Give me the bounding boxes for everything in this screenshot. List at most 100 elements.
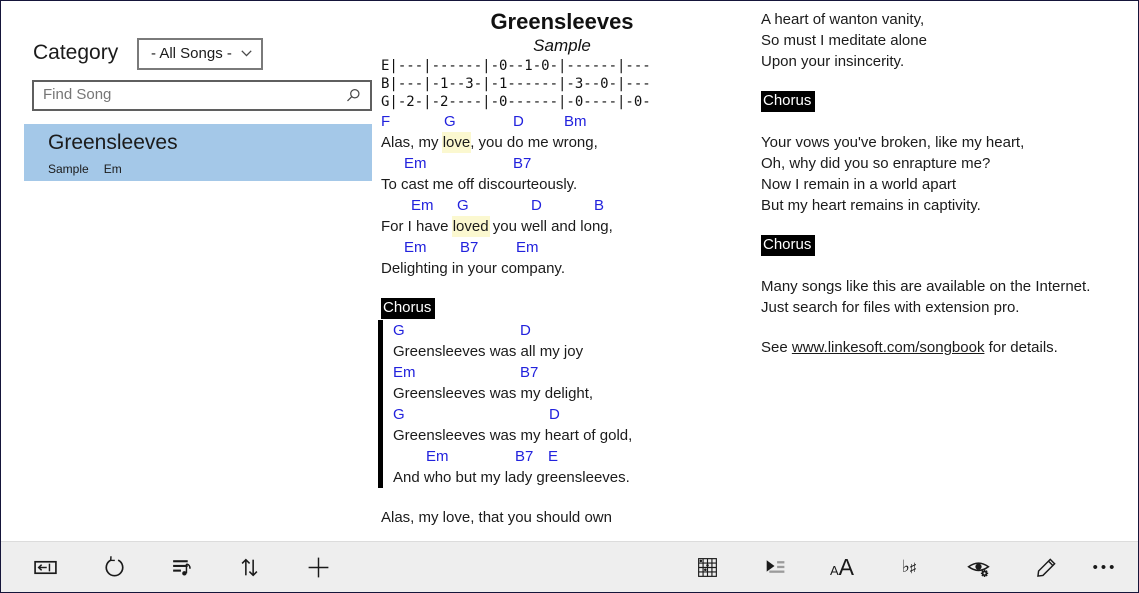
- app-window: Category - All Songs - Greensleeves Samp…: [0, 0, 1139, 593]
- category-label: Category: [33, 41, 118, 64]
- lyric-line: Many songs like this are available on th…: [761, 276, 1137, 297]
- chord[interactable]: Em: [411, 195, 434, 216]
- chorus-group: GDGreensleeves was all my joyEmB7Greensl…: [378, 320, 743, 488]
- blank-line: [381, 488, 743, 507]
- chord[interactable]: G: [393, 320, 405, 341]
- song-item-category: Sample: [48, 162, 89, 176]
- sort-arrows-icon: [237, 555, 262, 580]
- chord[interactable]: D: [520, 320, 531, 341]
- song-title: Greensleeves: [381, 9, 743, 35]
- chord-grid-icon: [695, 555, 720, 580]
- blank-line: [761, 216, 1137, 235]
- section-label: Chorus: [761, 91, 815, 112]
- font-size-icon: AA: [830, 554, 854, 581]
- lyric-line: And who but my lady greensleeves.: [393, 467, 743, 488]
- chord[interactable]: B7: [515, 446, 533, 467]
- song-column-1: FGDBmAlas, my love, you do me wrong,EmB7…: [381, 111, 743, 528]
- song-column-2: A heart of wanton vanity,So must I medit…: [761, 9, 1137, 358]
- song-view: Greensleeves Sample E|---|------|-0--1-0…: [381, 9, 743, 528]
- lyric-line: Now I remain in a world apart: [761, 174, 1137, 195]
- chord[interactable]: Em: [426, 446, 449, 467]
- sort-button[interactable]: [225, 543, 273, 591]
- autoscroll-button[interactable]: [750, 543, 798, 591]
- blank-line: [761, 318, 1137, 337]
- song-item-key: Em: [104, 162, 122, 176]
- category-dropdown[interactable]: - All Songs -: [137, 38, 263, 70]
- chord[interactable]: Em: [393, 362, 416, 383]
- view-settings-button[interactable]: [954, 543, 1002, 591]
- song-item-title: Greensleeves: [48, 131, 178, 155]
- link-line: See www.linkesoft.com/songbook for detai…: [761, 337, 1137, 358]
- playlist-button[interactable]: [158, 543, 206, 591]
- chord-line: Em B7 E: [393, 446, 743, 467]
- lyric-line: Greensleeves was all my joy: [393, 341, 743, 362]
- autoscroll-icon: [762, 555, 787, 580]
- font-size-button[interactable]: AA: [818, 543, 866, 591]
- search-icon[interactable]: [346, 88, 370, 103]
- ellipsis-icon: •••: [1093, 559, 1118, 576]
- tab-line: B|---|-1--3-|-1------|-3--0-|---: [381, 75, 743, 93]
- reload-button[interactable]: [90, 543, 138, 591]
- edit-song-button[interactable]: [1022, 543, 1070, 591]
- lyric-line: A heart of wanton vanity,: [761, 9, 1137, 30]
- lyric-line: So must I meditate alone: [761, 30, 1137, 51]
- chord[interactable]: Em: [404, 153, 427, 174]
- song-link[interactable]: www.linkesoft.com/songbook: [792, 339, 985, 356]
- blank-line: [381, 279, 743, 298]
- lyric-line: Your vows you've broken, like my heart,: [761, 132, 1137, 153]
- chord[interactable]: D: [549, 404, 560, 425]
- chord[interactable]: Bm: [564, 111, 587, 132]
- highlighted-word: love: [442, 132, 472, 153]
- playlist-note-icon: [170, 555, 195, 580]
- chord[interactable]: G: [444, 111, 456, 132]
- highlighted-word: loved: [452, 216, 490, 237]
- song-item-subtitle: Sample Em: [48, 162, 122, 176]
- chord-line: Em B7 Em: [381, 237, 743, 258]
- chord[interactable]: B: [594, 195, 604, 216]
- panel-left-icon: [33, 555, 58, 580]
- chord[interactable]: B7: [460, 237, 478, 258]
- chord[interactable]: Em: [404, 237, 427, 258]
- song-subtitle: Sample: [381, 35, 743, 57]
- song-list-item-greensleeves[interactable]: Greensleeves Sample Em: [24, 124, 372, 181]
- refresh-icon: [102, 555, 127, 580]
- section-label: Chorus: [381, 298, 435, 319]
- chord-line: Em G D B: [381, 195, 743, 216]
- chord-diagrams-button[interactable]: [683, 543, 731, 591]
- section-label-row: Chorus: [381, 298, 743, 320]
- blank-line: [761, 113, 1137, 132]
- section-label-row: Chorus: [761, 235, 1137, 257]
- chord[interactable]: B7: [520, 362, 538, 383]
- chord-line: GD: [393, 404, 743, 425]
- search-input[interactable]: [34, 86, 346, 105]
- toggle-song-list-button[interactable]: [21, 543, 69, 591]
- chord[interactable]: Em: [516, 237, 539, 258]
- lyric-line: To cast me off discourteously.: [381, 174, 743, 195]
- lyric-line: Oh, why did you so enrapture me?: [761, 153, 1137, 174]
- lyric-line: Alas, my love, that you should own: [381, 507, 743, 528]
- chord[interactable]: B7: [513, 153, 531, 174]
- chord[interactable]: D: [531, 195, 542, 216]
- chord-line: Em B7: [393, 362, 743, 383]
- lyric-line: Delighting in your company.: [381, 258, 743, 279]
- chord[interactable]: E: [548, 446, 558, 467]
- lyric-line: For I have loved you well and long,: [381, 216, 743, 237]
- more-button[interactable]: •••: [1081, 543, 1129, 591]
- chord-line: F G D Bm: [381, 111, 743, 132]
- blank-line: [761, 257, 1137, 276]
- lyric-line: But my heart remains in captivity.: [761, 195, 1137, 216]
- flat-sharp-icon: ♭♯: [902, 557, 917, 577]
- chord[interactable]: F: [381, 111, 390, 132]
- tablature: E|---|------|-0--1-0-|------|---B|---|-1…: [381, 57, 743, 111]
- song-search: [32, 80, 372, 111]
- lyric-line: Just search for files with extension pro…: [761, 297, 1137, 318]
- chord[interactable]: D: [513, 111, 524, 132]
- transpose-button[interactable]: ♭♯: [885, 543, 933, 591]
- chord[interactable]: G: [393, 404, 405, 425]
- add-song-button[interactable]: [294, 543, 342, 591]
- song-list-panel: Category - All Songs - Greensleeves Samp…: [1, 1, 376, 540]
- chord[interactable]: G: [457, 195, 469, 216]
- chevron-down-icon: [241, 50, 252, 57]
- plus-icon: [306, 555, 331, 580]
- category-row: Category: [33, 41, 118, 65]
